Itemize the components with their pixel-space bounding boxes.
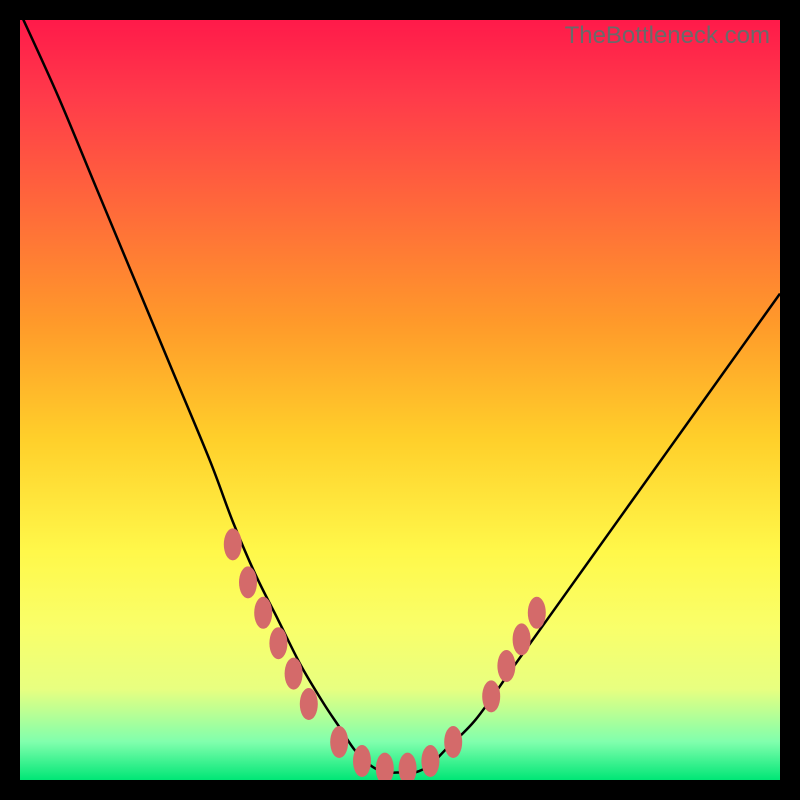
chart-area: TheBottleneck.com [20, 20, 780, 780]
highlight-dot [224, 528, 242, 560]
highlight-dot [421, 745, 439, 777]
highlight-dot [497, 650, 515, 682]
highlight-dot [300, 688, 318, 720]
highlight-dot [285, 658, 303, 690]
highlight-dot [482, 680, 500, 712]
highlight-dot [528, 597, 546, 629]
bottleneck-curve [20, 20, 780, 773]
highlight-dot [444, 726, 462, 758]
highlight-dot [239, 566, 257, 598]
highlight-dot [513, 623, 531, 655]
highlight-dot [269, 627, 287, 659]
highlight-dot [254, 597, 272, 629]
highlight-dot [376, 753, 394, 780]
highlight-dot [399, 753, 417, 780]
highlight-dot [330, 726, 348, 758]
highlight-dots [224, 528, 546, 780]
bottleneck-chart [20, 20, 780, 780]
highlight-dot [353, 745, 371, 777]
watermark-text: TheBottleneck.com [565, 22, 770, 50]
